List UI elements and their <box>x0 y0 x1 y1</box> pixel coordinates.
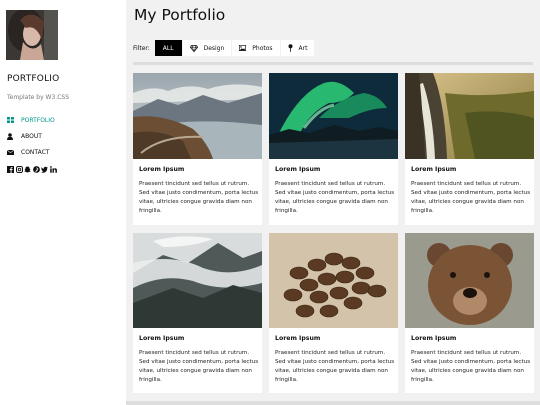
card-image-northern-lights <box>269 73 398 159</box>
card-title: Lorem Ipsum <box>275 335 321 342</box>
nav-item-about[interactable]: ABOUT <box>7 128 122 144</box>
card-text: Praesent tincidunt sed tellus ut rutrum.… <box>139 350 259 383</box>
avatar <box>6 10 58 60</box>
divider <box>133 62 533 65</box>
card-image-coffee-beans <box>269 233 398 328</box>
social-links <box>7 166 57 173</box>
card-text: Praesent tincidunt sed tellus ut rutrum.… <box>275 350 395 383</box>
diamond-icon <box>189 44 198 52</box>
filter-button-label: Art <box>298 44 308 52</box>
card-title: Lorem Ipsum <box>139 166 185 173</box>
card-title: Lorem Ipsum <box>411 335 457 342</box>
portfolio-card[interactable]: Lorem Ipsum Praesent tincidunt sed tellu… <box>269 233 398 393</box>
card-text: Praesent tincidunt sed tellus ut rutrum.… <box>411 350 531 383</box>
filter-label: Filter: <box>133 44 150 52</box>
snapchat-icon[interactable] <box>24 166 31 173</box>
twitter-icon[interactable] <box>41 166 48 173</box>
nav-item-contact[interactable]: CONTACT <box>7 144 122 160</box>
card-text: Praesent tincidunt sed tellus ut rutrum.… <box>411 181 531 214</box>
pinterest-icon[interactable] <box>32 166 40 173</box>
main-content: My Portfolio Filter: ALL Design Photos A… <box>126 0 540 405</box>
divider <box>126 401 540 405</box>
brand-title: PORTFOLIO <box>7 74 60 84</box>
card-text: Praesent tincidunt sed tellus ut rutrum.… <box>275 181 395 214</box>
filter-button-label: Design <box>203 44 225 52</box>
envelope-icon <box>7 149 21 155</box>
photo-icon <box>239 45 247 51</box>
sidebar-nav: PORTFOLIO ABOUT CONTACT <box>7 112 122 160</box>
filter-button-label: ALL <box>162 44 174 52</box>
card-image-misty-mountain <box>133 233 262 328</box>
card-image-mountain-lake <box>133 73 262 159</box>
portfolio-card[interactable]: Lorem Ipsum Praesent tincidunt sed tellu… <box>269 73 398 225</box>
nav-label: CONTACT <box>21 148 50 156</box>
filter-bar: Filter: ALL Design Photos Art <box>133 40 315 56</box>
sidebar: PORTFOLIO Template by W3.CSS PORTFOLIO A… <box>0 0 126 405</box>
card-text: Praesent tincidunt sed tellus ut rutrum.… <box>139 181 259 214</box>
portfolio-card[interactable]: Lorem Ipsum Praesent tincidunt sed tellu… <box>133 233 262 393</box>
filter-all-button[interactable]: ALL <box>154 40 182 56</box>
nav-item-portfolio[interactable]: PORTFOLIO <box>7 112 122 128</box>
nav-label: PORTFOLIO <box>21 116 55 124</box>
map-pin-icon <box>288 44 293 52</box>
grid-icon <box>7 117 21 123</box>
filter-photos-button[interactable]: Photos <box>232 40 280 56</box>
nav-label: ABOUT <box>21 132 42 140</box>
portfolio-card[interactable]: Lorem Ipsum Praesent tincidunt sed tellu… <box>405 73 534 225</box>
portfolio-card[interactable]: Lorem Ipsum Praesent tincidunt sed tellu… <box>133 73 262 225</box>
portfolio-card[interactable]: Lorem Ipsum Praesent tincidunt sed tellu… <box>405 233 534 393</box>
tagline: Template by W3.CSS <box>7 94 70 101</box>
page-title: My Portfolio <box>134 6 226 24</box>
user-icon <box>7 132 21 140</box>
card-title: Lorem Ipsum <box>139 335 185 342</box>
card-title: Lorem Ipsum <box>411 166 457 173</box>
filter-design-button[interactable]: Design <box>182 40 232 56</box>
card-image-waterfall <box>405 73 534 159</box>
linkedin-icon[interactable] <box>49 166 57 173</box>
filter-button-label: Photos <box>252 44 273 52</box>
facebook-icon[interactable] <box>7 166 14 173</box>
card-title: Lorem Ipsum <box>275 166 321 173</box>
filter-art-button[interactable]: Art <box>280 40 315 56</box>
card-image-brown-bear <box>405 233 534 328</box>
instagram-icon[interactable] <box>15 166 23 173</box>
